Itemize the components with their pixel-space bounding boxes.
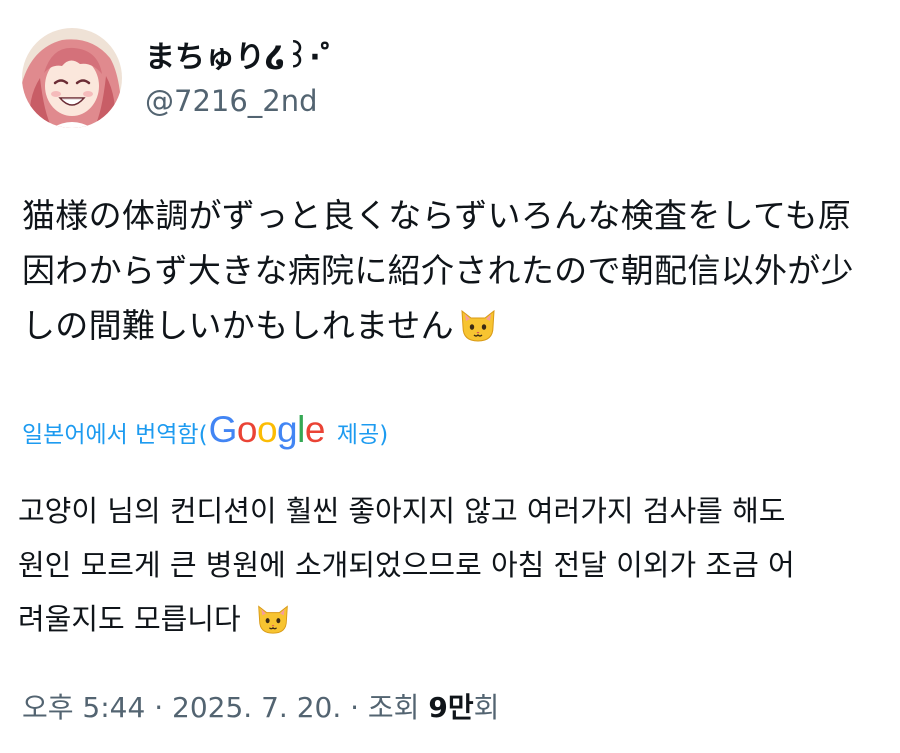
display-name[interactable]: まちゅり໒꒱·゜ xyxy=(145,40,351,76)
translated-line: 고양이 님의 컨디션이 훨씬 좋아지지 않고 여러가지 검사를 해도 xyxy=(18,494,786,528)
tweet-line: 因わからず大きな病院に紹介されたので朝配信以外が少 xyxy=(22,251,854,290)
tweet-text: 猫様の体調がずっと良くならずいろんな検査をしても原 因わからず大きな病院に紹介さ… xyxy=(22,188,882,353)
user-handle[interactable]: @7216_2nd xyxy=(145,83,318,119)
tweet-line-text: しの間難しいかもしれません xyxy=(22,306,454,345)
translated-text: 고양이 님의 컨디션이 훨씬 좋아지지 않고 여러가지 검사를 해도 원인 모르… xyxy=(18,484,883,646)
tweet-time[interactable]: 오후 5:44 xyxy=(22,691,145,724)
translated-line: 원인 모르게 큰 병원에 소개되었으므로 아침 전달 이외가 조금 어 xyxy=(18,548,795,582)
avatar[interactable] xyxy=(22,28,122,128)
tweet-date[interactable]: 2025. 7. 20. xyxy=(172,691,341,724)
translated-line-text: 려울지도 모릅니다 xyxy=(18,602,241,636)
views-count[interactable]: 9만 xyxy=(428,691,473,724)
provided-by-label[interactable]: 제공) xyxy=(337,415,388,449)
tweet-line: 猫様の体調がずっと良くならずいろんな検査をしても原 xyxy=(22,196,852,235)
translated-line: 려울지도 모릅니다 xyxy=(18,592,883,646)
cat-face-emoji-icon xyxy=(458,304,498,359)
google-logo-icon: Google xyxy=(208,409,326,450)
avatar-image xyxy=(22,28,122,128)
tweet-meta: 오후 5:44 · 2025. 7. 20. · 조회 9만회 xyxy=(22,688,499,728)
separator: · xyxy=(145,691,173,724)
separator: · xyxy=(341,691,368,724)
tweet-line: しの間難しいかもしれません xyxy=(22,298,882,353)
translation-attribution[interactable]: 일본어에서 번역함( Google 제공) xyxy=(22,409,388,452)
translated-from-label[interactable]: 일본어에서 번역함( xyxy=(22,415,208,449)
views-suffix: 회 xyxy=(473,691,500,724)
views-label: 조회 xyxy=(367,691,429,724)
cat-face-emoji-icon xyxy=(255,598,291,652)
